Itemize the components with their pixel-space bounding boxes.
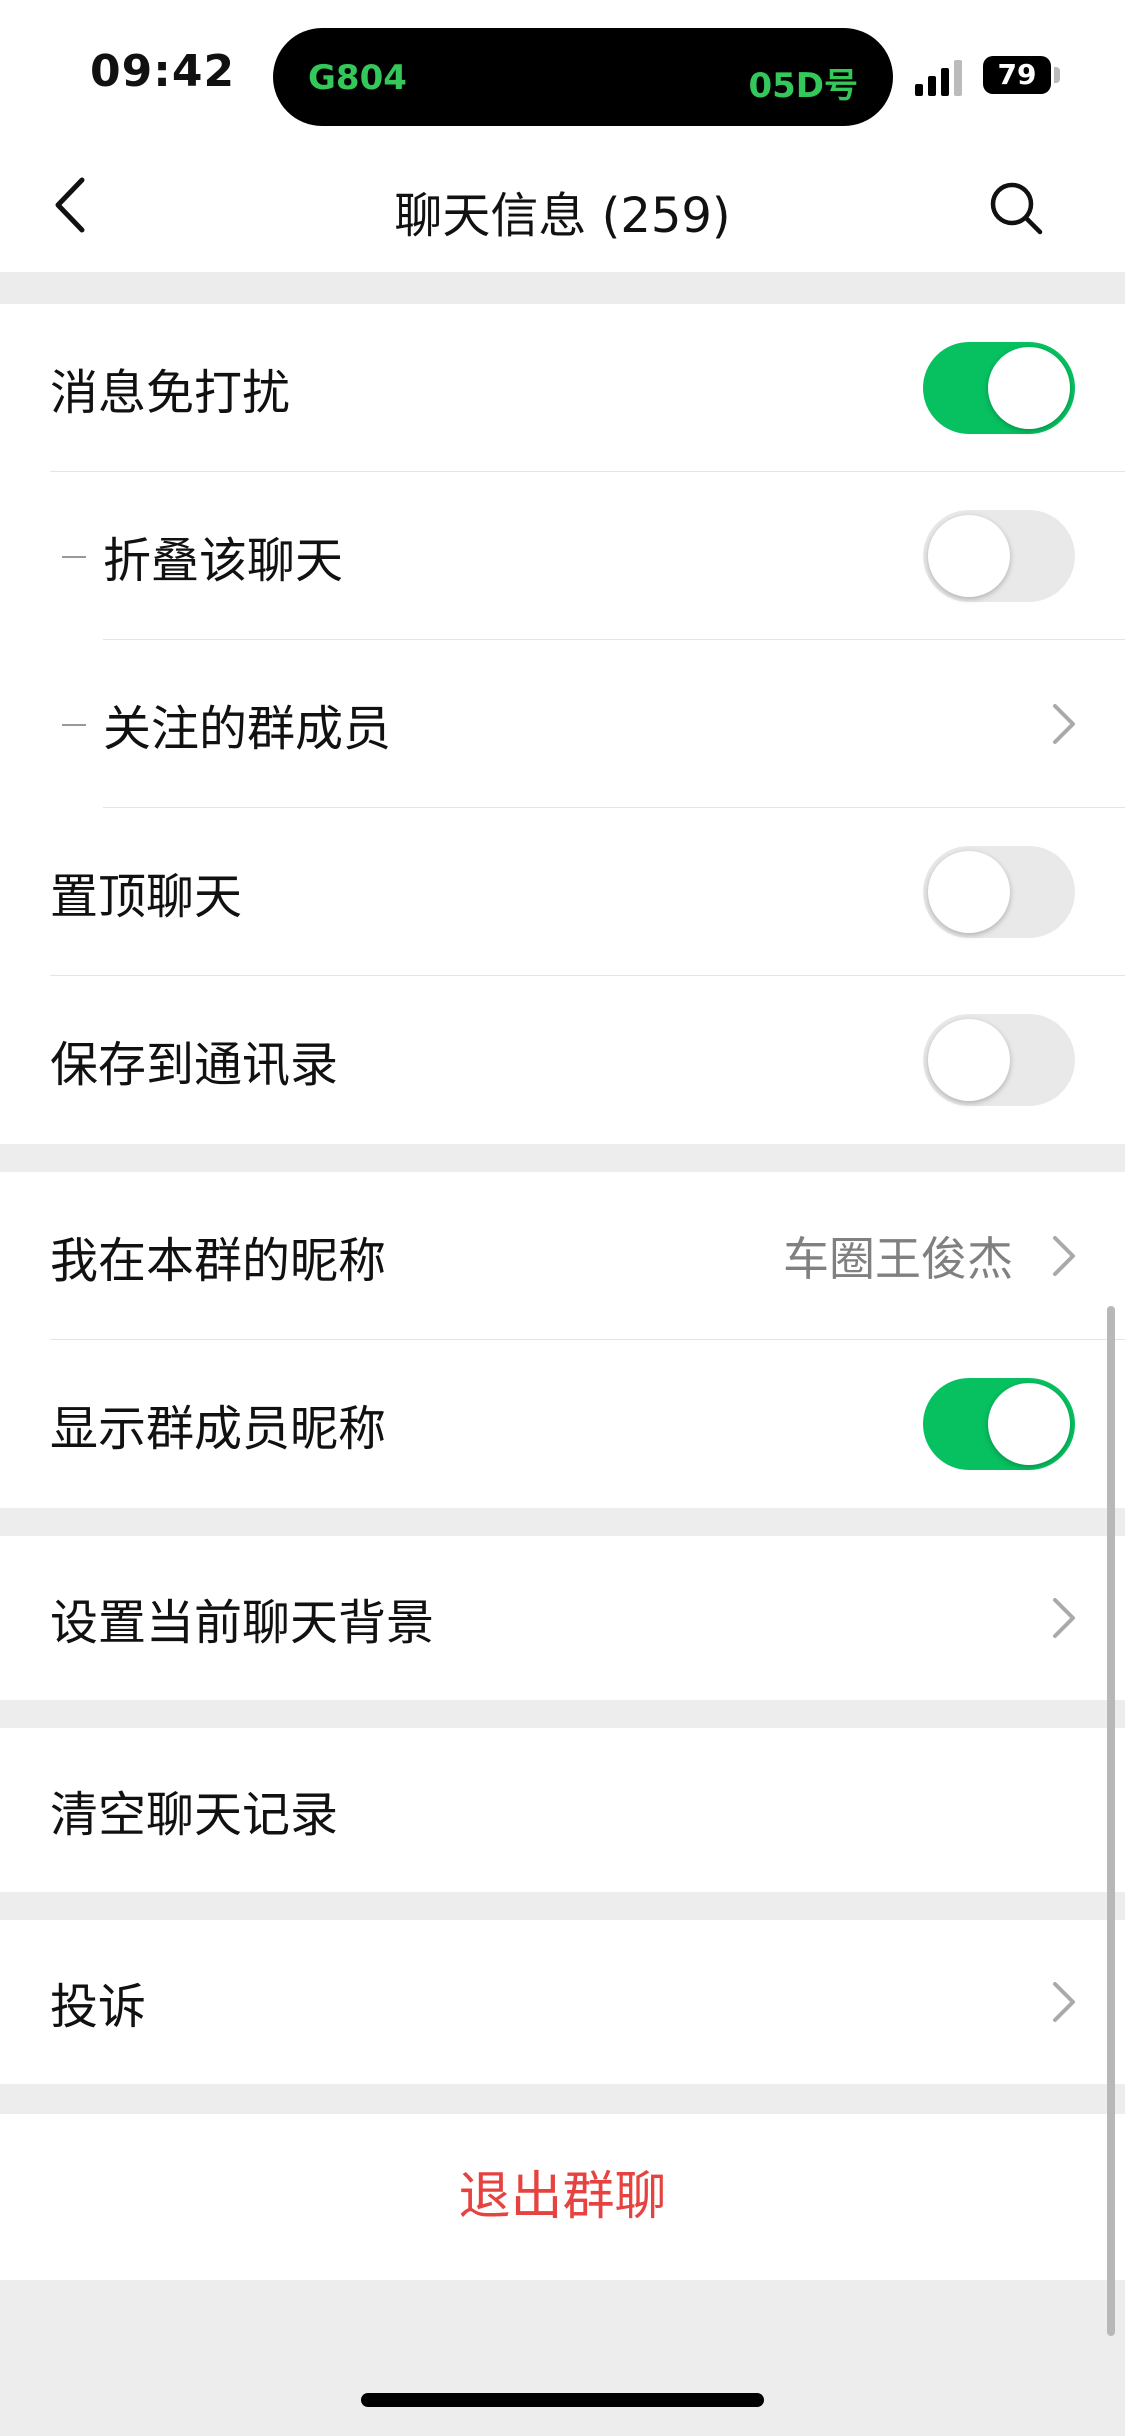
dynamic-island: G804 05D号 (273, 28, 893, 126)
show-member-nicknames-toggle[interactable] (923, 1378, 1075, 1470)
sub-item-dash (62, 724, 86, 726)
section-separator (0, 272, 1125, 304)
show-member-nicknames-label: 显示群成员昵称 (50, 1401, 387, 1457)
cellular-signal-icon (915, 60, 962, 96)
fold-chat-toggle[interactable] (923, 510, 1075, 602)
save-to-contacts-row[interactable]: 保存到通讯录 (0, 976, 1125, 1144)
save-to-contacts-toggle[interactable] (923, 1014, 1075, 1106)
settings-list[interactable]: 消息免打扰 折叠该聊天 关注的群成员 置顶聊天 保存到通讯录 我在本群的昵称 车… (0, 272, 1125, 2436)
battery-icon: 79 (983, 56, 1051, 94)
followed-members-label: 关注的群成员 (103, 701, 392, 757)
my-group-nickname-row[interactable]: 我在本群的昵称 车圈王俊杰 (0, 1172, 1125, 1340)
mute-notifications-row[interactable]: 消息免打扰 (0, 304, 1125, 472)
report-group: 投诉 (0, 1920, 1125, 2084)
mute-notifications-label: 消息免打扰 (50, 365, 291, 421)
toggle-knob (928, 1019, 1010, 1101)
pin-chat-label: 置顶聊天 (50, 869, 243, 925)
my-group-nickname-label: 我在本群的昵称 (50, 1233, 387, 1289)
pin-chat-toggle[interactable] (923, 846, 1075, 938)
exit-group: 退出群聊 (0, 2114, 1125, 2280)
exit-group-button[interactable]: 退出群聊 (0, 2114, 1125, 2280)
status-time: 09:42 (90, 46, 236, 97)
my-group-nickname-value: 车圈王俊杰 (783, 1232, 1013, 1286)
clear-chat-history-row[interactable]: 清空聊天记录 (0, 1728, 1125, 1892)
save-to-contacts-label: 保存到通讯录 (50, 1037, 339, 1093)
chat-background-row[interactable]: 设置当前聊天背景 (0, 1536, 1125, 1700)
report-row[interactable]: 投诉 (0, 1920, 1125, 2084)
search-icon[interactable] (986, 178, 1046, 238)
status-bar: 09:42 G804 05D号 79 (0, 0, 1125, 140)
chevron-right-icon (1053, 1236, 1075, 1276)
mute-notifications-toggle[interactable] (923, 342, 1075, 434)
chat-background-label: 设置当前聊天背景 (50, 1595, 435, 1651)
followed-members-row[interactable]: 关注的群成员 (0, 640, 1125, 808)
fold-chat-row[interactable]: 折叠该聊天 (0, 472, 1125, 640)
background-group: 设置当前聊天背景 (0, 1536, 1125, 1700)
chevron-right-icon (1053, 1982, 1075, 2022)
battery-tip (1054, 67, 1060, 83)
navigation-bar: 聊天信息 (259) (0, 140, 1125, 272)
island-seat-number: 05D号 (748, 66, 858, 106)
pin-chat-row[interactable]: 置顶聊天 (0, 808, 1125, 976)
page-title: 聊天信息 (259) (394, 188, 731, 244)
fold-chat-label: 折叠该聊天 (103, 533, 344, 589)
chat-options-group: 消息免打扰 折叠该聊天 关注的群成员 置顶聊天 保存到通讯录 (0, 304, 1125, 1144)
report-label: 投诉 (50, 1979, 147, 2035)
toggle-knob (988, 347, 1070, 429)
show-member-nicknames-row[interactable]: 显示群成员昵称 (0, 1340, 1125, 1508)
clear-history-group: 清空聊天记录 (0, 1728, 1125, 1892)
toggle-knob (928, 515, 1010, 597)
nickname-group: 我在本群的昵称 车圈王俊杰 显示群成员昵称 (0, 1172, 1125, 1508)
chevron-right-icon (1053, 704, 1075, 744)
island-train-number: G804 (308, 58, 407, 98)
toggle-knob (928, 851, 1010, 933)
scrollbar[interactable] (1107, 1306, 1115, 2336)
sub-item-dash (62, 556, 86, 558)
toggle-knob (988, 1383, 1070, 1465)
clear-chat-history-label: 清空聊天记录 (50, 1787, 339, 1843)
chevron-right-icon (1053, 1598, 1075, 1638)
home-indicator[interactable] (361, 2393, 764, 2407)
